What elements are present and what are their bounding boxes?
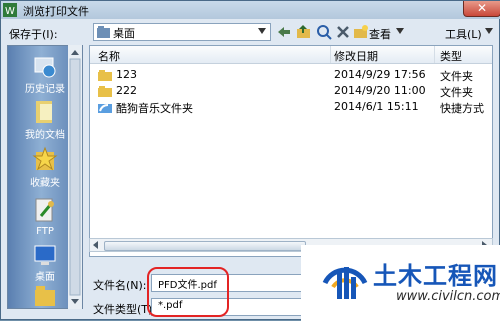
filename-label: 文件名(N): <box>93 279 147 292</box>
desktop-icon <box>34 245 56 265</box>
tools-menu[interactable]: 工具(L) <box>445 26 482 42</box>
scrollbar-thumb[interactable] <box>104 241 306 251</box>
sidebar-item-label: FTP <box>36 226 54 237</box>
chevron-down-icon <box>485 28 493 34</box>
column-divider[interactable] <box>434 46 435 63</box>
search-web-icon[interactable] <box>315 23 333 41</box>
file-name: 123 <box>116 68 137 81</box>
sidebar-scrollbar[interactable] <box>68 45 82 309</box>
column-divider[interactable] <box>330 46 331 63</box>
watermark-logo <box>322 267 368 299</box>
chevron-down-icon <box>396 28 404 34</box>
table-row[interactable]: 222 2014/9/20 11:00 文件夹 <box>90 83 492 99</box>
file-dialog: W 浏览打印文件 ✕ 保存于(I): 桌面 查看 工具(L) 历史记录 我的文档… <box>0 0 500 321</box>
folder-icon <box>97 26 110 38</box>
new-folder-icon[interactable] <box>353 23 369 41</box>
documents-icon <box>36 101 52 123</box>
folder-icon <box>98 86 112 97</box>
file-type: 文件夹 <box>440 70 473 83</box>
scroll-left-icon[interactable] <box>92 241 100 249</box>
file-type: 快捷方式 <box>440 102 484 115</box>
close-button[interactable]: ✕ <box>463 1 500 17</box>
history-icon <box>34 57 56 78</box>
app-icon: W <box>3 3 17 17</box>
view-menu[interactable]: 查看 <box>369 26 391 42</box>
column-header-name[interactable]: 名称 <box>98 48 120 64</box>
chevron-down-icon <box>258 28 266 34</box>
file-name: 222 <box>116 84 137 97</box>
file-list: 名称 修改日期 类型 123 2014/9/29 17:56 文件夹 222 2… <box>89 45 493 257</box>
folder-icon <box>35 286 55 306</box>
file-date: 2014/9/20 11:00 <box>334 84 426 97</box>
ftp-icon <box>35 198 54 222</box>
file-date: 2014/6/1 15:11 <box>334 100 419 113</box>
favorites-icon <box>32 146 58 171</box>
delete-icon[interactable] <box>335 23 351 41</box>
file-date: 2014/9/29 17:56 <box>334 68 426 81</box>
svg-text:W: W <box>5 6 15 17</box>
back-icon[interactable] <box>275 23 293 41</box>
table-row[interactable]: 123 2014/9/29 17:56 文件夹 <box>90 67 492 83</box>
sidebar-item-label: 桌面 <box>35 272 55 283</box>
file-type: 文件夹 <box>440 86 473 99</box>
window-title: 浏览打印文件 <box>23 5 89 18</box>
highlight-circle <box>147 267 229 317</box>
watermark-title: 土木工程网 <box>373 262 498 290</box>
up-folder-icon[interactable] <box>295 23 313 41</box>
sidebar-item-label: 收藏夹 <box>30 178 60 189</box>
list-header: 名称 修改日期 类型 <box>90 46 492 64</box>
save-in-label: 保存于(I): <box>9 28 58 41</box>
folder-icon <box>98 70 112 81</box>
location-value: 桌面 <box>113 27 135 40</box>
sidebar-item-label: 我的文档 <box>25 130 65 141</box>
location-combo[interactable]: 桌面 <box>93 23 271 41</box>
title-bar: W 浏览打印文件 ✕ <box>1 1 500 19</box>
shortcut-icon <box>98 104 112 113</box>
file-name: 酷狗音乐文件夹 <box>116 102 193 115</box>
sidebar-item-label: 历史记录 <box>25 84 65 95</box>
table-row[interactable]: 酷狗音乐文件夹 2014/6/1 15:11 快捷方式 <box>90 99 492 115</box>
watermark-url: www.civilcn.com <box>396 289 500 304</box>
column-header-type[interactable]: 类型 <box>440 48 462 64</box>
column-header-date[interactable]: 修改日期 <box>334 48 378 64</box>
